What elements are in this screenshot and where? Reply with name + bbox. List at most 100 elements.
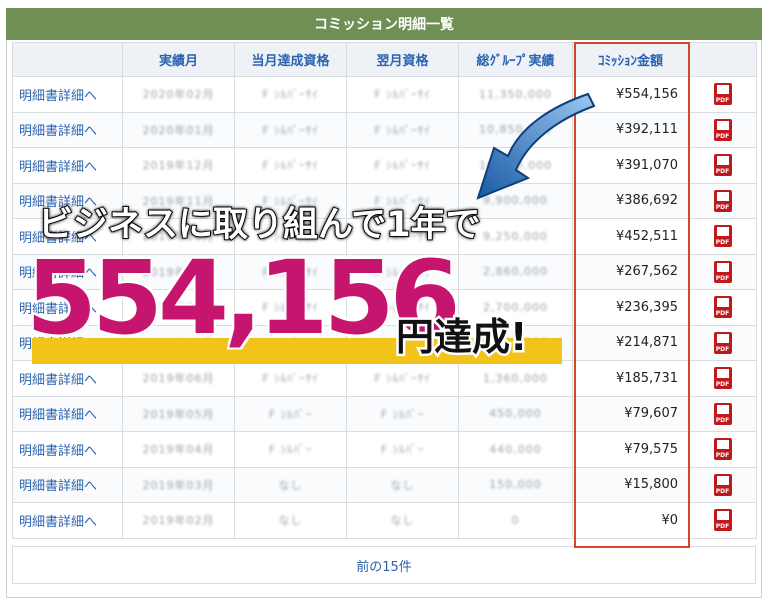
table-row: 明細書詳細へ 2019年06月 F ｼﾙﾊﾞｰｻｲ F ｼﾙﾊﾞｰｻｲ 1,360,00… <box>12 360 757 397</box>
statement-detail-link[interactable]: 明細書詳細へ <box>12 76 123 113</box>
pdf-icon[interactable]: PDF <box>713 296 732 319</box>
statement-detail-link[interactable]: 明細書詳細へ <box>12 466 123 503</box>
pdf-cell: PDF <box>688 218 757 255</box>
pdf-cell: PDF <box>688 182 757 219</box>
qualification-cell: F ｼﾙﾊﾞｰｻｲ <box>262 88 319 102</box>
next-qualification-cell: F ｼﾙﾊﾞｰ <box>380 407 425 421</box>
pdf-icon[interactable]: PDF <box>713 225 732 248</box>
pdf-icon[interactable]: PDF <box>713 83 732 106</box>
qualification-cell: F ｼﾙﾊﾞｰｻｲ <box>262 372 319 386</box>
commission-amount-cell: ¥79,607 <box>572 395 689 432</box>
next-qualification-cell: F ｼﾙﾊﾞｰ <box>380 443 425 457</box>
header-blank <box>12 42 123 77</box>
commission-amount-cell: ¥392,111 <box>572 111 689 148</box>
statement-detail-link[interactable]: 明細書詳細へ <box>12 431 123 468</box>
group-total-cell: 440,000 <box>489 442 542 456</box>
pdf-cell: PDF <box>688 502 757 539</box>
pdf-icon[interactable]: PDF <box>713 331 732 354</box>
statement-detail-link[interactable]: 明細書詳細へ <box>12 395 123 432</box>
header-commission-amount[interactable]: ｺﾐｯｼｮﾝ金額 <box>572 42 689 77</box>
month-cell: 2019年05月 <box>142 407 215 421</box>
group-total-cell: 1,360,000 <box>483 371 548 385</box>
pdf-cell: PDF <box>688 360 757 397</box>
pdf-cell: PDF <box>688 466 757 503</box>
commission-amount-cell: ¥554,156 <box>572 76 689 113</box>
pdf-icon-label: PDF <box>715 203 730 211</box>
group-total-cell: 2,860,000 <box>483 265 548 279</box>
qualification-cell: F ｼﾙﾊﾞｰｻｲ <box>262 159 319 173</box>
next-qualification-cell: F ｼﾙﾊﾞｰｻｲ <box>374 372 431 386</box>
pdf-icon-label: PDF <box>715 274 730 282</box>
table-row: 明細書詳細へ 2020年01月 F ｼﾙﾊﾞｰｻｲ F ｼﾙﾊﾞｰｻｲ 10,850,0… <box>12 111 757 148</box>
qualification-cell: なし <box>278 514 303 528</box>
header-month[interactable]: 実績月 <box>122 42 235 77</box>
next-qualification-cell: F ｼﾙﾊﾞｰｻｲ <box>374 88 431 102</box>
qualification-cell: F ｼﾙﾊﾞｰ <box>268 443 313 457</box>
month-cell: 2019年12月 <box>142 159 215 173</box>
pdf-cell: PDF <box>688 253 757 290</box>
commission-amount-cell: ¥391,070 <box>572 147 689 184</box>
commission-amount-cell: ¥185,731 <box>572 360 689 397</box>
commission-amount-cell: ¥0 <box>572 502 689 539</box>
table-row: 明細書詳細へ 2019年05月 F ｼﾙﾊﾞｰ F ｼﾙﾊﾞｰ 450,000 ¥79,6… <box>12 395 757 432</box>
next-qualification-cell: F ｼﾙﾊﾞｰｻｲ <box>374 159 431 173</box>
previous-page-link[interactable]: 前の15件 <box>12 546 756 584</box>
next-qualification-cell: なし <box>390 478 415 492</box>
pdf-icon[interactable]: PDF <box>713 402 732 425</box>
header-pdf <box>688 42 757 77</box>
table-row: 明細書詳細へ 2019年12月 F ｼﾙﾊﾞｰｻｲ F ｼﾙﾊﾞｰｻｲ 10,400,0… <box>12 147 757 184</box>
pdf-icon-label: PDF <box>715 132 730 140</box>
pdf-cell: PDF <box>688 431 757 468</box>
header-qualification[interactable]: 当月達成資格 <box>234 42 347 77</box>
month-cell: 2020年02月 <box>142 88 215 102</box>
table-row: 明細書詳細へ 2019年04月 F ｼﾙﾊﾞｰ F ｼﾙﾊﾞｰ 440,000 ¥79,5… <box>12 431 757 468</box>
overlay-big-number: 554,156 <box>24 239 463 358</box>
pdf-cell: PDF <box>688 395 757 432</box>
overlay-achieve-text: 円達成! <box>393 313 529 362</box>
group-total-cell: 0 <box>511 513 520 527</box>
commission-amount-cell: ¥267,562 <box>572 253 689 290</box>
commission-amount-cell: ¥452,511 <box>572 218 689 255</box>
pdf-icon-label: PDF <box>715 310 730 318</box>
header-next-qualification[interactable]: 翌月資格 <box>346 42 459 77</box>
qualification-cell: なし <box>278 478 303 492</box>
table-row: 明細書詳細へ 2020年02月 F ｼﾙﾊﾞｰｻｲ F ｼﾙﾊﾞｰｻｲ 11,350,0… <box>12 76 757 113</box>
month-cell: 2019年03月 <box>142 478 215 492</box>
month-cell: 2019年02月 <box>142 514 215 528</box>
pdf-icon-label: PDF <box>715 239 730 247</box>
next-qualification-cell: なし <box>390 514 415 528</box>
header-group-total[interactable]: 総ｸﾞﾙｰﾌﾟ実績 <box>458 42 573 77</box>
pdf-icon-label: PDF <box>715 523 730 531</box>
commission-amount-cell: ¥15,800 <box>572 466 689 503</box>
pdf-icon[interactable]: PDF <box>713 260 732 283</box>
statement-detail-link[interactable]: 明細書詳細へ <box>12 111 123 148</box>
commission-amount-cell: ¥236,395 <box>572 289 689 326</box>
statement-detail-link[interactable]: 明細書詳細へ <box>12 360 123 397</box>
group-total-cell: 9,900,000 <box>483 194 548 208</box>
statement-detail-link[interactable]: 明細書詳細へ <box>12 147 123 184</box>
pdf-cell: PDF <box>688 76 757 113</box>
qualification-cell: F ｼﾙﾊﾞｰｻｲ <box>262 123 319 137</box>
pdf-icon[interactable]: PDF <box>713 367 732 390</box>
group-total-cell: 10,400,000 <box>479 158 552 172</box>
panel-title: コミッション明細一覧 <box>6 8 762 40</box>
pdf-icon[interactable]: PDF <box>713 154 732 177</box>
group-total-cell: 150,000 <box>489 478 542 492</box>
pdf-cell: PDF <box>688 289 757 326</box>
group-total-cell: 11,350,000 <box>479 87 552 101</box>
qualification-cell: F ｼﾙﾊﾞｰ <box>268 407 313 421</box>
pdf-icon[interactable]: PDF <box>713 473 732 496</box>
statement-detail-link[interactable]: 明細書詳細へ <box>12 502 123 539</box>
pdf-icon-label: PDF <box>715 416 730 424</box>
pdf-icon-label: PDF <box>715 168 730 176</box>
pdf-icon[interactable]: PDF <box>713 189 732 212</box>
table-row: 明細書詳細へ 2019年03月 なし なし 150,000 ¥15,800 PDF <box>12 466 757 503</box>
pdf-cell: PDF <box>688 147 757 184</box>
pdf-icon[interactable]: PDF <box>713 509 732 532</box>
pdf-icon[interactable]: PDF <box>713 438 732 461</box>
commission-amount-cell: ¥386,692 <box>572 182 689 219</box>
pdf-icon[interactable]: PDF <box>713 118 732 141</box>
pdf-icon-label: PDF <box>715 452 730 460</box>
month-cell: 2020年01月 <box>142 123 215 137</box>
commission-amount-cell: ¥214,871 <box>572 324 689 361</box>
